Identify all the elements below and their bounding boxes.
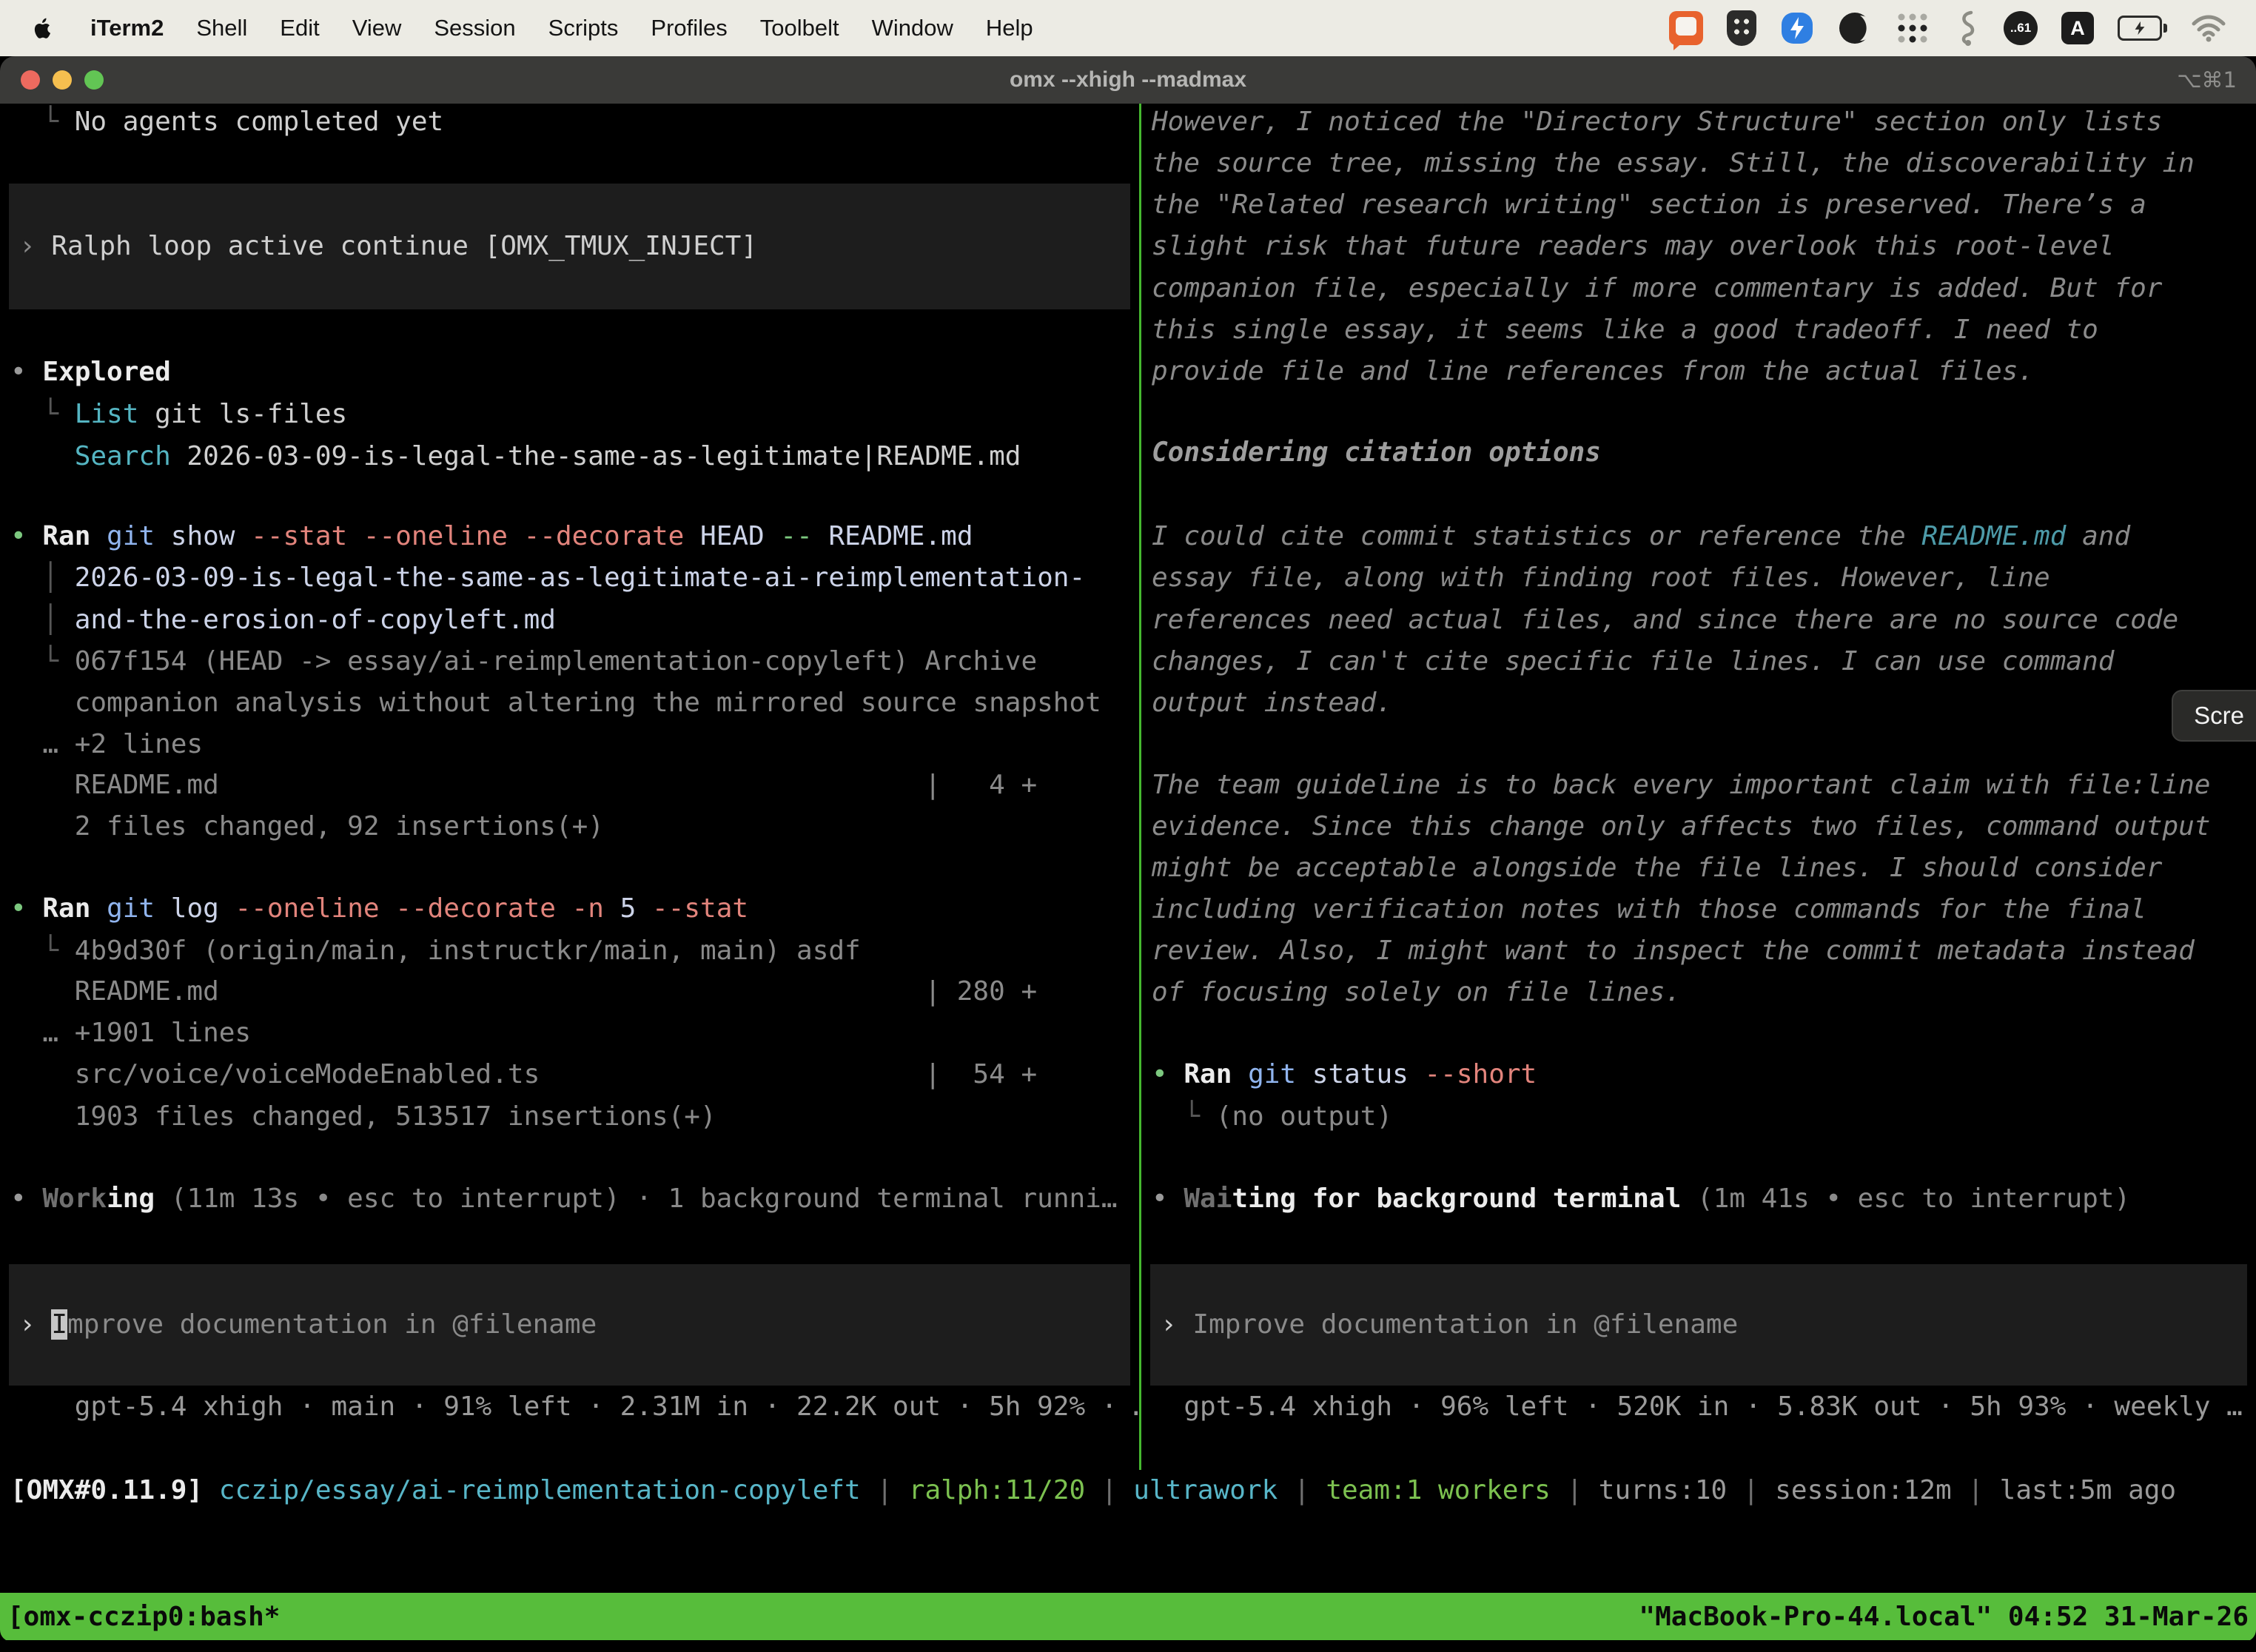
terminal-line: • Explored: [10, 352, 1139, 393]
terminal-line: output instead.: [1152, 682, 2256, 724]
chat-app-icon[interactable]: [1669, 11, 1703, 45]
terminal-line: the source tree, missing the essay. Stil…: [1152, 143, 2256, 184]
terminal-line: Search 2026-03-09-is-legal-the-same-as-l…: [10, 436, 1139, 477]
terminal-line: slight risk that future readers may over…: [1152, 226, 2256, 267]
terminal-line: … +1901 lines: [10, 1013, 1139, 1054]
terminal-line: might be acceptable alongside the file l…: [1152, 847, 2256, 889]
badge-61-label: ..61: [2010, 21, 2031, 36]
right-prompt-text: › Improve documentation in @filename: [1150, 1304, 1738, 1346]
dots-grid-icon[interactable]: [1896, 11, 1930, 45]
battery-icon[interactable]: [2118, 16, 2167, 41]
apple-icon: [30, 16, 55, 41]
terminal-line: └ No agents completed yet: [10, 104, 1139, 143]
a-square-icon[interactable]: A: [2061, 12, 2094, 44]
macos-menu-bar: iTerm2 Shell Edit View Session Scripts Profile…: [0, 0, 2256, 56]
tmux-status-bar: [omx-cczip0:bash* "MacBook-Pro-44.local"…: [0, 1593, 2256, 1640]
tmux-host-clock: "MacBook-Pro-44.local" 04:52 31-Mar-26: [1639, 1602, 2249, 1632]
menu-item-help[interactable]: Help: [986, 15, 1033, 41]
terminal-line: │ 2026-03-09-is-legal-the-same-as-legiti…: [10, 557, 1139, 599]
terminal-line: • Ran git log --oneline --decorate -n 5 …: [10, 888, 1139, 930]
menu-item-edit[interactable]: Edit: [280, 15, 319, 41]
terminal-line: provide file and line references from th…: [1152, 351, 2256, 392]
right-prompt-input[interactable]: › Improve documentation in @filename: [1150, 1264, 2247, 1386]
terminal-area: › Ralph loop active continue [OMX_TMUX_I…: [0, 104, 2256, 1594]
pie-circle-icon[interactable]: [1838, 11, 1872, 45]
terminal-line: │ and-the-erosion-of-copyleft.md: [10, 600, 1139, 641]
minimize-button[interactable]: [53, 70, 72, 90]
badge-61-icon[interactable]: ..61: [2004, 11, 2038, 45]
desktop: { "colors": { "accent_green": "#45b82f",…: [0, 0, 2256, 1652]
screen-overlay-label: Scre: [2194, 702, 2244, 730]
menu-item-scripts[interactable]: Scripts: [548, 15, 619, 41]
menu-item-view[interactable]: View: [352, 15, 402, 41]
terminal-line: companion file, especially if more comme…: [1152, 268, 2256, 309]
menu-item-iterm2[interactable]: iTerm2: [90, 15, 164, 41]
tmux-session-label[interactable]: [omx-cczip0:bash*: [7, 1602, 280, 1632]
squiggle-icon[interactable]: [1953, 10, 1980, 47]
close-button[interactable]: [21, 70, 40, 90]
menu-item-profiles[interactable]: Profiles: [651, 15, 727, 41]
menu: iTerm2 Shell Edit View Session Scripts Profile…: [90, 15, 1033, 41]
window-title: omx --xhigh --madmax: [1010, 67, 1246, 93]
terminal-line: of focusing solely on file lines.: [1152, 972, 2256, 1013]
terminal-line: changes, I can't cite specific file line…: [1152, 641, 2256, 682]
left-prompt-text: › Improve documentation in @filename: [9, 1304, 597, 1346]
terminal-line: including verification notes with those …: [1152, 889, 2256, 930]
left-prompt-input[interactable]: › Improve documentation in @filename: [9, 1264, 1130, 1386]
terminal-line: • Ran git status --short: [1152, 1054, 2256, 1095]
terminal-line: └ List git ls-files: [10, 394, 1139, 435]
bolt-badge-icon[interactable]: [1780, 11, 1814, 45]
terminal-line: evidence. Since this change only affects…: [1152, 806, 2256, 847]
terminal-line: • Waiting for background terminal (1m 41…: [1152, 1178, 2256, 1220]
terminal-line: review. Also, I might want to inspect th…: [1152, 930, 2256, 972]
terminal-line: I could cite commit statistics or refere…: [1152, 516, 2256, 557]
shield-grid-icon[interactable]: [1727, 10, 1756, 46]
terminal-line: └ 4b9d30f (origin/main, instructkr/main,…: [10, 930, 1139, 972]
terminal-line: this single essay, it seems like a good …: [1152, 309, 2256, 351]
terminal-line: essay file, along with finding root file…: [1152, 557, 2256, 599]
terminal-line: └ (no output): [1152, 1096, 2256, 1138]
terminal-line: └ 067f154 (HEAD -> essay/ai-reimplementa…: [10, 641, 1139, 682]
ralph-loop-banner: › Ralph loop active continue [OMX_TMUX_I…: [9, 184, 1130, 309]
right-pane[interactable]: › Improve documentation in @filename How…: [1141, 104, 2256, 1470]
terminal-line: … +2 lines: [10, 724, 1139, 765]
terminal-line: Considering citation options: [1152, 432, 2256, 474]
left-pane[interactable]: › Ralph loop active continue [OMX_TMUX_I…: [0, 104, 1139, 1470]
terminal-line: src/voice/voiceModeEnabled.ts | 54 +: [10, 1054, 1139, 1095]
menu-item-shell[interactable]: Shell: [196, 15, 247, 41]
terminal-line: the "Related research writing" section i…: [1152, 184, 2256, 226]
a-square-label: A: [2070, 17, 2085, 40]
ralph-loop-text: › Ralph loop active continue [OMX_TMUX_I…: [9, 226, 757, 267]
menu-item-window[interactable]: Window: [872, 15, 953, 41]
menu-bar-status-icons: ..61 A: [1669, 10, 2226, 47]
terminal-line: gpt-5.4 xhigh · main · 91% left · 2.31M …: [10, 1386, 1139, 1428]
apple-menu[interactable]: [30, 16, 55, 41]
window-shortcut-badge: ⌥⌘1: [2177, 67, 2237, 93]
menu-item-toolbelt[interactable]: Toolbelt: [760, 15, 839, 41]
terminal-line: companion analysis without altering the …: [10, 682, 1139, 724]
terminal-line: references need actual files, and since …: [1152, 600, 2256, 641]
window-title-bar[interactable]: omx --xhigh --madmax ⌥⌘1: [0, 56, 2256, 104]
terminal-line: However, I noticed the "Directory Struct…: [1152, 104, 2256, 143]
omx-status-line: [OMX#0.11.9] cczip/essay/ai-reimplementa…: [10, 1470, 2176, 1511]
terminal-line: README.md | 4 +: [10, 765, 1139, 806]
screen-overlay-button[interactable]: Scre: [2172, 690, 2256, 742]
terminal-line: 2 files changed, 92 insertions(+): [10, 806, 1139, 847]
traffic-lights: [21, 70, 104, 90]
terminal-line: • Ran git show --stat --oneline --decora…: [10, 516, 1139, 557]
terminal-line: • Working (11m 13s • esc to interrupt) ·…: [10, 1178, 1139, 1220]
terminal-line: gpt-5.4 xhigh · 96% left · 520K in · 5.8…: [1152, 1386, 2256, 1428]
iterm2-window: omx --xhigh --madmax ⌥⌘1 › Ralph loop ac…: [0, 56, 2256, 1642]
zoom-button[interactable]: [84, 70, 104, 90]
menu-item-session[interactable]: Session: [434, 15, 515, 41]
terminal-line: 1903 files changed, 513517 insertions(+): [10, 1096, 1139, 1138]
wifi-icon[interactable]: [2191, 13, 2226, 43]
terminal-line: The team guideline is to back every impo…: [1152, 765, 2256, 806]
terminal-line: README.md | 280 +: [10, 971, 1139, 1013]
